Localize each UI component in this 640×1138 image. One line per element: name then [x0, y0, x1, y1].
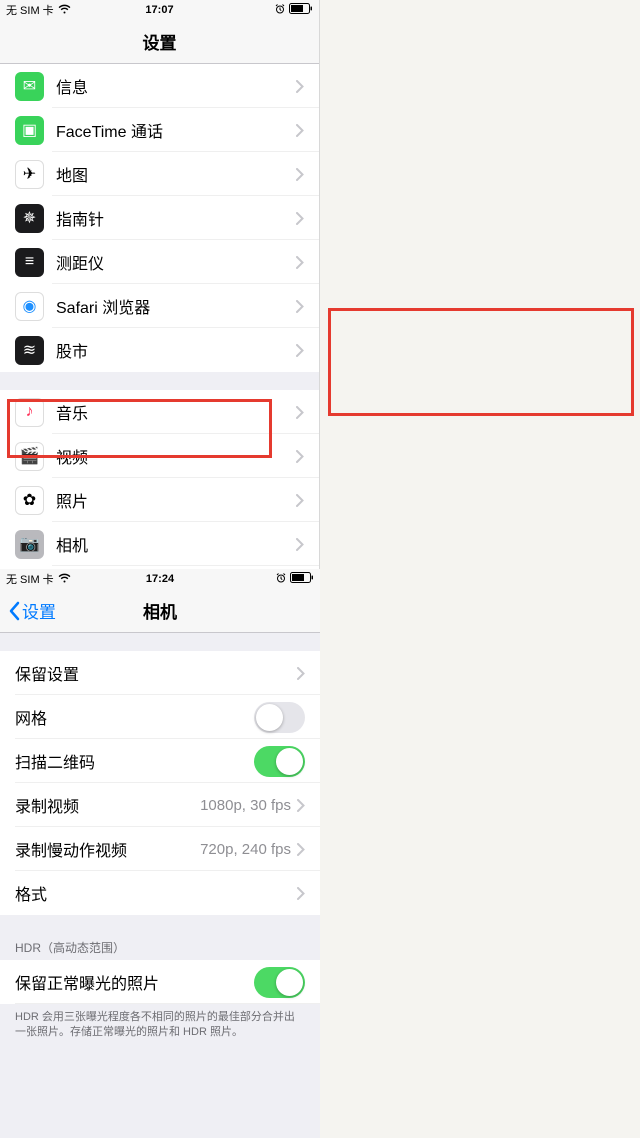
- phone-settings: 无 SIM 卡 17:07 设置 ✉ 信息 ▣ FaceTime 通话 ✈ 地图 ✵ 指南针 ≡…: [0, 0, 320, 569]
- chevron-right-icon: [297, 843, 305, 856]
- row-keep-normal-photo[interactable]: 保留正常曝光的照片: [0, 960, 320, 1004]
- chevron-right-icon: [296, 80, 304, 93]
- battery-icon: [290, 572, 314, 586]
- row-label: 测距仪: [56, 250, 296, 274]
- row-label: 保留正常曝光的照片: [15, 970, 254, 994]
- chevron-right-icon: [297, 667, 305, 680]
- wifi-icon: [58, 4, 71, 17]
- nav-bar: 设置: [0, 20, 319, 64]
- row-record-video[interactable]: 录制视频 1080p, 30 fps: [0, 783, 320, 827]
- row-ft[interactable]: ▣ FaceTime 通话: [0, 108, 319, 152]
- row-label: 股市: [56, 338, 296, 362]
- chevron-right-icon: [297, 887, 305, 900]
- row-label: 扫描二维码: [15, 749, 254, 773]
- msg-icon: ✉: [15, 72, 44, 101]
- row-label: 照片: [56, 488, 296, 512]
- keep-normal-toggle[interactable]: [254, 967, 305, 998]
- compass-icon: ✵: [15, 204, 44, 233]
- row-detail: 720p, 240 fps: [200, 841, 291, 858]
- row-compass[interactable]: ✵ 指南针: [0, 196, 319, 240]
- carrier-label: 无 SIM 卡: [6, 571, 54, 587]
- row-msg[interactable]: ✉ 信息: [0, 64, 319, 108]
- chevron-right-icon: [296, 300, 304, 313]
- carrier-label: 无 SIM 卡: [6, 2, 54, 18]
- chevron-right-icon: [296, 538, 304, 551]
- row-label: 录制视频: [15, 793, 200, 817]
- safari-icon: ◉: [15, 292, 44, 321]
- chevron-right-icon: [296, 212, 304, 225]
- time-label: 17:07: [145, 4, 173, 16]
- row-record-slomo[interactable]: 录制慢动作视频 720p, 240 fps: [0, 827, 320, 871]
- row-label: 地图: [56, 162, 296, 186]
- row-preserve-settings[interactable]: 保留设置: [0, 651, 320, 695]
- back-button[interactable]: 设置: [8, 598, 56, 623]
- camera-icon: 📷: [15, 530, 44, 559]
- settings-list[interactable]: ✉ 信息 ▣ FaceTime 通话 ✈ 地图 ✵ 指南针 ≡ 测距仪 ◉ Safari 浏览器 ≋ 股市…: [0, 64, 319, 569]
- camera-settings-list[interactable]: 保留设置 网格 扫描二维码 录制视频 1080p, 30 fps 录制慢动作视频…: [0, 633, 320, 1138]
- chevron-right-icon: [296, 494, 304, 507]
- row-label: 视频: [56, 444, 296, 468]
- row-label: 音乐: [56, 400, 296, 424]
- row-label: Safari 浏览器: [56, 294, 296, 318]
- hdr-section-footer: HDR 会用三张曝光程度各不相同的照片的最佳部分合并出一张照片。存储正常曝光的照…: [0, 1004, 320, 1047]
- row-detail: 1080p, 30 fps: [200, 797, 291, 814]
- battery-icon: [289, 3, 313, 17]
- row-formats[interactable]: 格式: [0, 871, 320, 915]
- row-label: 信息: [56, 74, 296, 98]
- grid-toggle[interactable]: [254, 702, 305, 733]
- video-icon: 🎬: [15, 442, 44, 471]
- map-icon: ✈: [15, 160, 44, 189]
- chevron-right-icon: [297, 799, 305, 812]
- row-camera[interactable]: 📷 相机: [0, 522, 319, 566]
- wifi-icon: [58, 573, 71, 586]
- row-label: 网格: [15, 705, 254, 729]
- row-scan-qr[interactable]: 扫描二维码: [0, 739, 320, 783]
- music-icon: ♪: [15, 398, 44, 427]
- measure-icon: ≡: [15, 248, 44, 277]
- chevron-right-icon: [296, 344, 304, 357]
- ft-icon: ▣: [15, 116, 44, 145]
- row-label: 指南针: [56, 206, 296, 230]
- row-music[interactable]: ♪ 音乐: [0, 390, 319, 434]
- chevron-right-icon: [296, 450, 304, 463]
- row-measure[interactable]: ≡ 测距仪: [0, 240, 319, 284]
- row-grid[interactable]: 网格: [0, 695, 320, 739]
- stock-icon: ≋: [15, 336, 44, 365]
- row-label: FaceTime 通话: [56, 118, 296, 142]
- chevron-right-icon: [296, 406, 304, 419]
- chevron-right-icon: [296, 256, 304, 269]
- nav-bar: 设置 相机: [0, 589, 320, 633]
- qr-toggle[interactable]: [254, 746, 305, 777]
- highlight-hdr-section: [328, 308, 634, 416]
- row-safari[interactable]: ◉ Safari 浏览器: [0, 284, 319, 328]
- row-label: 相机: [56, 532, 296, 556]
- row-stock[interactable]: ≋ 股市: [0, 328, 319, 372]
- row-photo[interactable]: ✿ 照片: [0, 478, 319, 522]
- row-map[interactable]: ✈ 地图: [0, 152, 319, 196]
- status-bar: 无 SIM 卡 17:07: [0, 0, 319, 20]
- photo-icon: ✿: [15, 486, 44, 515]
- row-label: 格式: [15, 881, 297, 905]
- back-label: 设置: [22, 598, 56, 623]
- chevron-right-icon: [296, 168, 304, 181]
- nav-title: 相机: [143, 598, 177, 623]
- phone-camera-settings: 无 SIM 卡 17:24 设置 相机 保留设置 网格 扫描二维码: [0, 569, 320, 1138]
- chevron-right-icon: [296, 124, 304, 137]
- alarm-icon: [276, 573, 286, 586]
- hdr-section-header: HDR（高动态范围）: [0, 933, 320, 960]
- row-video[interactable]: 🎬 视频: [0, 434, 319, 478]
- nav-title: 设置: [143, 29, 177, 54]
- row-label: 保留设置: [15, 661, 297, 685]
- alarm-icon: [275, 4, 285, 17]
- status-bar: 无 SIM 卡 17:24: [0, 569, 320, 589]
- time-label: 17:24: [146, 573, 174, 585]
- row-label: 录制慢动作视频: [15, 837, 200, 861]
